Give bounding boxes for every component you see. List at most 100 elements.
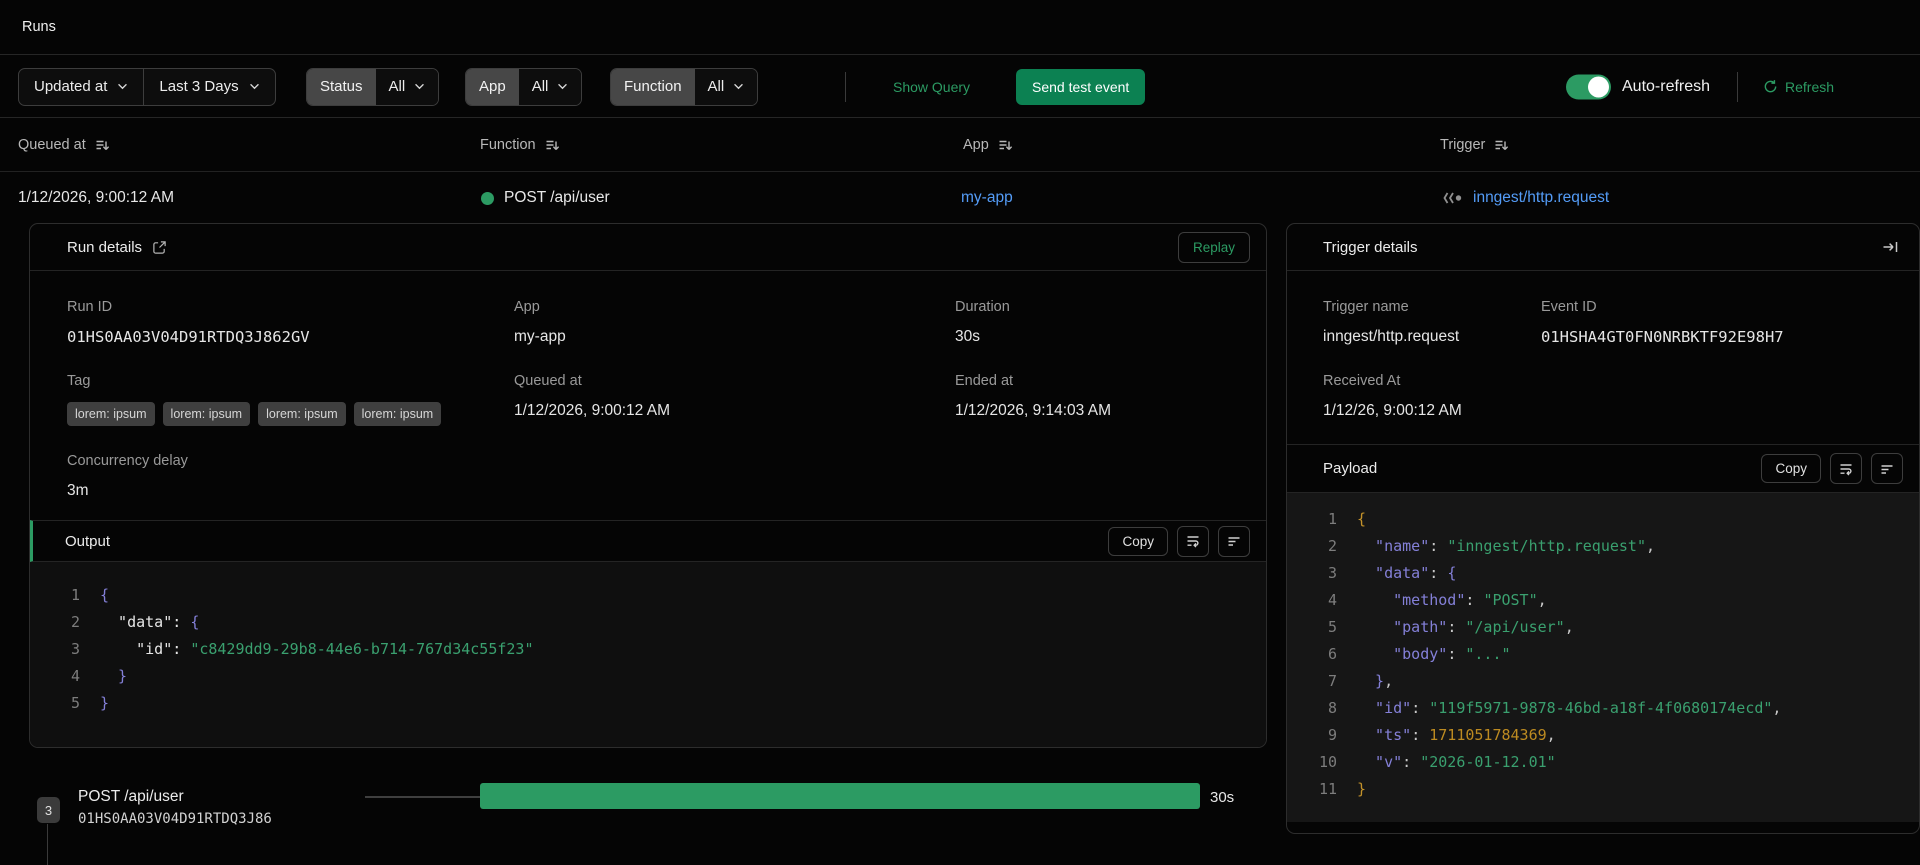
tag-chip: lorem: ipsum <box>353 402 442 426</box>
timeline-connector <box>365 796 480 798</box>
field-trigger-name: Trigger name inngest/http.request <box>1323 299 1460 345</box>
status-filter-value: All <box>388 78 406 95</box>
timeline-duration-bar[interactable] <box>480 783 1200 809</box>
step-count-badge[interactable]: 3 <box>37 797 60 823</box>
column-header-function[interactable]: Function <box>480 137 560 153</box>
status-dot-completed <box>481 191 494 205</box>
run-function-cell: POST /api/user <box>481 189 610 207</box>
filter-divider <box>1737 71 1738 102</box>
chevron-down-icon <box>117 83 128 90</box>
show-query-button[interactable]: Show Query <box>893 79 970 95</box>
run-row[interactable]: 1/12/2026, 9:00:12 AM POST /api/user my-… <box>0 173 1920 223</box>
refresh-icon <box>1763 79 1778 94</box>
run-timeline: 3 POST /api/user 01HS0AA03V04D91RTDQ3J86… <box>0 778 1920 865</box>
sort-field-value: Updated at <box>34 78 108 95</box>
run-details-title: Run details <box>67 238 143 256</box>
sort-icon <box>544 137 560 153</box>
auto-refresh-label: Auto-refresh <box>1622 77 1711 95</box>
output-copy-button[interactable]: Copy <box>1108 526 1168 556</box>
wrap-text-icon[interactable] <box>1177 525 1209 557</box>
refresh-button[interactable]: Refresh <box>1763 79 1834 95</box>
top-bar: Runs <box>0 0 1920 55</box>
output-title: Output <box>65 532 111 550</box>
app-filter-label: App <box>466 68 519 105</box>
toggle-knob <box>1588 76 1609 97</box>
field-app: App my-app <box>514 299 955 346</box>
run-app-link[interactable]: my-app <box>961 189 1013 207</box>
trigger-details-panel: Trigger details Trigger name inngest/htt… <box>1286 223 1920 834</box>
status-filter-label: Status <box>307 68 376 105</box>
sort-field-dropdown[interactable]: Updated at <box>19 69 143 105</box>
sort-icon <box>997 137 1013 153</box>
column-header-queued-at[interactable]: Queued at <box>18 137 110 153</box>
field-duration: Duration 30s <box>955 299 1010 345</box>
function-filter-label: Function <box>611 68 695 105</box>
filter-divider <box>845 71 846 102</box>
auto-refresh-toggle[interactable] <box>1566 74 1611 99</box>
payload-section-header: Payload Copy <box>1287 444 1919 493</box>
output-section-header: Output Copy <box>30 520 1266 562</box>
timeline-step-id: 01HS0AA03V04D91RTDQ3J86 <box>78 811 272 827</box>
field-queued-at: Queued at 1/12/2026, 9:00:12 AM <box>514 373 670 419</box>
timeline-duration-label: 30s <box>1210 789 1235 806</box>
page-title: Runs <box>22 19 56 35</box>
column-header-app[interactable]: App <box>963 137 1013 153</box>
output-code: 1{2 "data": {3 "id": "c8429dd9-29b8-44e6… <box>30 562 1266 747</box>
trigger-details-fields: Trigger name inngest/http.request Event … <box>1287 271 1919 444</box>
trigger-details-header: Trigger details <box>1287 224 1919 271</box>
payload-code: 1{2 "name": "inngest/http.request", 3 "da… <box>1287 493 1919 822</box>
time-range-value: Last 3 Days <box>159 78 239 95</box>
align-left-icon[interactable] <box>1218 525 1250 557</box>
wrap-text-icon[interactable] <box>1830 453 1862 484</box>
runs-table-header: Queued at Function App Trigger <box>0 119 1920 172</box>
event-trigger-icon <box>1442 191 1463 205</box>
status-filter-value-dropdown[interactable]: All <box>375 68 439 105</box>
app-filter-value: All <box>531 78 549 95</box>
run-trigger-link[interactable]: inngest/http.request <box>1473 189 1609 207</box>
sort-icon <box>94 137 110 153</box>
status-filter[interactable]: Status All <box>306 67 440 106</box>
payload-copy-button[interactable]: Copy <box>1761 454 1821 483</box>
run-function-name: POST /api/user <box>504 189 610 206</box>
time-range-dropdown[interactable]: Last 3 Days <box>143 68 274 105</box>
function-filter[interactable]: Function All <box>610 67 759 106</box>
field-event-id: Event ID 01HSHA4GT0FN0NRBKTF92E98H7 <box>1541 299 1784 346</box>
field-ended-at: Ended at 1/12/2026, 9:14:03 AM <box>955 373 1111 419</box>
filter-bar: Updated at Last 3 Days Status All App Al… <box>0 56 1920 118</box>
collapse-panel-icon[interactable] <box>1878 236 1903 258</box>
app-filter-value-dropdown[interactable]: All <box>518 68 582 105</box>
runs-page: Runs Updated at Last 3 Days Status All A… <box>0 0 1920 865</box>
column-header-trigger[interactable]: Trigger <box>1440 137 1509 153</box>
chevron-down-icon <box>414 83 425 90</box>
sort-time-filter-group: Updated at Last 3 Days <box>18 67 276 106</box>
run-details-header: Run details Replay <box>30 224 1266 271</box>
run-queued-at: 1/12/2026, 9:00:12 AM <box>18 189 174 206</box>
field-received-at: Received At 1/12/26, 9:00:12 AM <box>1323 373 1462 419</box>
external-link-icon[interactable] <box>152 240 167 255</box>
run-trigger-cell: inngest/http.request <box>1442 189 1609 207</box>
tag-chip: lorem: ipsum <box>258 402 346 426</box>
run-details-panel: Run details Replay Run ID 01HS0AA03V04D9… <box>29 223 1267 748</box>
chevron-down-icon <box>249 83 260 90</box>
send-test-event-button[interactable]: Send test event <box>1016 68 1146 105</box>
field-run-id: Run ID 01HS0AA03V04D91RTDQ3J862GV <box>67 299 310 346</box>
sort-icon <box>1493 137 1509 153</box>
field-tag: Tag lorem: ipsum lorem: ipsum lorem: ips… <box>67 373 514 426</box>
replay-button[interactable]: Replay <box>1177 231 1250 263</box>
tag-chip: lorem: ipsum <box>162 402 251 426</box>
chevron-down-icon <box>557 83 568 90</box>
refresh-label: Refresh <box>1785 78 1835 95</box>
trigger-details-title: Trigger details <box>1323 238 1418 256</box>
tag-chip: lorem: ipsum <box>67 402 155 426</box>
payload-title: Payload <box>1323 460 1378 477</box>
run-details-fields: Run ID 01HS0AA03V04D91RTDQ3J862GV App my… <box>30 271 1266 520</box>
function-filter-value: All <box>707 78 725 95</box>
timeline-step-name: POST /api/user <box>78 788 184 805</box>
field-concurrency-delay: Concurrency delay 3m <box>67 453 188 499</box>
align-left-icon[interactable] <box>1871 453 1903 484</box>
app-link[interactable]: my-app <box>514 328 955 346</box>
function-filter-value-dropdown[interactable]: All <box>694 68 758 105</box>
timeline-tree-line <box>47 824 48 865</box>
app-filter[interactable]: App All <box>465 67 583 106</box>
tag-chips: lorem: ipsum lorem: ipsum lorem: ipsum l… <box>67 402 514 426</box>
